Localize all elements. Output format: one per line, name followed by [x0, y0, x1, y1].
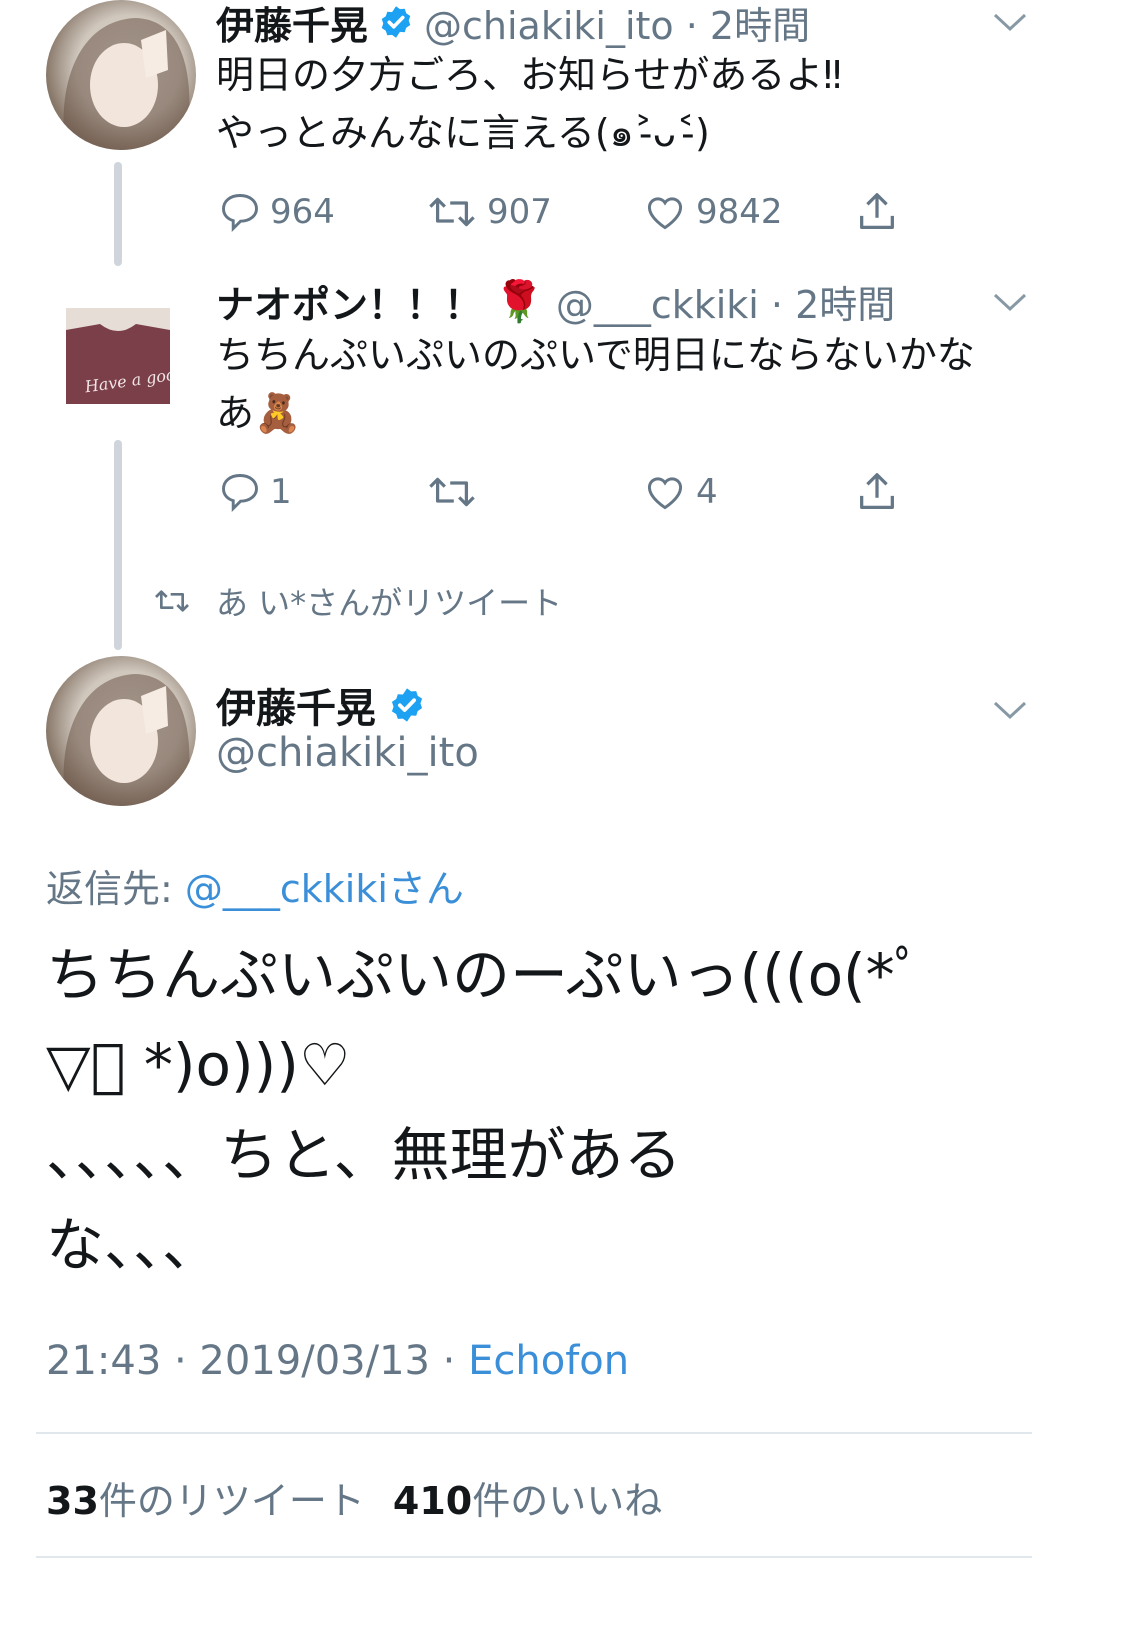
rose-emoji: 🌹	[494, 278, 544, 325]
retweet-stat[interactable]: 33件のリツイート	[46, 1470, 365, 1525]
verified-badge-icon	[381, 6, 411, 38]
reply-icon	[222, 474, 258, 513]
share-button[interactable]	[854, 188, 900, 236]
main-text-line1: ちちんぷいぷいのーぷいっ(((o(*ﾟ	[46, 941, 924, 1009]
tweet1-text: 明日の夕方ごろ、お知らせがあるよ‼︎ やっとみんなに言える(๑˃̵ᴗ˂̵)	[216, 46, 1086, 162]
reply-to: 返信先: @___ckkikiさん	[46, 858, 464, 913]
display-name[interactable]: 伊藤千晃	[216, 676, 376, 734]
like-count: 4	[696, 472, 718, 512]
retweet-icon	[155, 590, 189, 612]
reply-count: 1	[270, 472, 292, 512]
avatar-ckkiki[interactable]: Have a good one!!	[66, 308, 170, 404]
divider	[36, 1432, 1032, 1434]
display-name[interactable]: ナオポン！！！	[216, 274, 482, 329]
main-text-line3: 、、、、、ちと、無理がある	[46, 1121, 682, 1189]
reply-to-label: 返信先:	[46, 867, 185, 911]
engagement-stats: 33件のリツイート 410件のいいね	[46, 1470, 662, 1525]
divider	[36, 1556, 1032, 1558]
thread-line	[114, 440, 122, 650]
like-button[interactable]: 9842	[642, 190, 783, 234]
chevron-down-icon[interactable]	[993, 292, 1027, 312]
chevron-down-icon[interactable]	[993, 700, 1027, 720]
handle-and-time[interactable]: @chiakiki_ito · 2時間	[424, 0, 810, 50]
retweet-count: 907	[487, 192, 552, 232]
retweet-stat-label: 件のリツイート	[98, 1479, 365, 1523]
tweet2-text-line1: ちちんぷいぷいのぷいで明日にならないかな	[216, 333, 975, 377]
retweet-icon	[429, 477, 475, 507]
retweet-notice[interactable]: あ い*さんがリツイート	[152, 578, 562, 624]
handle-and-time[interactable]: @___ckkiki · 2時間	[556, 274, 895, 329]
tweet2-text-line2: あ🧸	[216, 391, 302, 435]
main-text-line2: ▽ﾟ *)o)))♡	[46, 1031, 351, 1099]
like-stat-label: 件のいいね	[472, 1479, 663, 1523]
like-count: 9842	[696, 192, 783, 232]
main-text-line4: な、、、	[46, 1211, 221, 1279]
timestamp[interactable]: 21:43 · 2019/03/13 ·	[46, 1338, 468, 1384]
display-name[interactable]: 伊藤千晃	[216, 0, 368, 50]
like-stat-count: 410	[392, 1479, 473, 1523]
avatar-image	[63, 674, 190, 806]
tweet2-text: ちちんぷいぷいのぷいで明日にならないかな あ🧸	[216, 326, 1096, 442]
reply-button[interactable]: 1	[218, 470, 292, 514]
reply-button[interactable]: 964	[218, 190, 335, 234]
main-name-row: 伊藤千晃	[216, 676, 426, 734]
thread-line	[114, 162, 122, 266]
reply-to-user-link[interactable]: @___ckkikiさん	[185, 867, 464, 911]
share-icon	[860, 193, 894, 229]
tweet1-text-line1: 明日の夕方ごろ、お知らせがあるよ‼︎	[216, 53, 842, 97]
share-button[interactable]	[854, 468, 900, 516]
like-icon	[647, 477, 683, 510]
retweet-stat-count: 33	[46, 1479, 99, 1523]
client-link[interactable]: Echofon	[468, 1338, 629, 1384]
retweet-button[interactable]	[425, 470, 487, 514]
retweet-button[interactable]: 907	[425, 190, 552, 234]
handle[interactable]: @chiakiki_ito	[216, 730, 479, 776]
main-tweet-text: ちちんぷいぷいのーぷいっ(((o(*ﾟ ▽ﾟ *)o)))♡ 、、、、、ちと、無…	[46, 930, 1086, 1290]
share-icon	[860, 473, 894, 509]
avatar-chiakiki[interactable]	[46, 0, 196, 150]
chevron-down-icon[interactable]	[993, 12, 1027, 32]
avatar-chiakiki[interactable]	[46, 656, 196, 806]
like-button[interactable]: 4	[642, 470, 718, 514]
avatar-image: Have a good one!!	[66, 308, 170, 404]
verified-badge-icon	[391, 688, 423, 722]
timestamp-row: 21:43 · 2019/03/13 · Echofon	[46, 1338, 629, 1384]
reply-count: 964	[270, 192, 335, 232]
tweet1-header: 伊藤千晃 @chiakiki_ito · 2時間	[216, 0, 810, 48]
tweet1-text-line2: やっとみんなに言える(๑˃̵ᴗ˂̵)	[216, 111, 710, 155]
like-icon	[647, 197, 683, 230]
retweet-notice-text: あ い*さんがリツイート	[216, 584, 563, 622]
like-stat[interactable]: 410件のいいね	[393, 1470, 662, 1525]
retweet-icon	[429, 197, 475, 227]
avatar-image	[63, 18, 190, 150]
tweet2-header: ナオポン！！！ 🌹 @___ckkiki · 2時間	[216, 274, 895, 329]
reply-icon	[222, 194, 258, 233]
